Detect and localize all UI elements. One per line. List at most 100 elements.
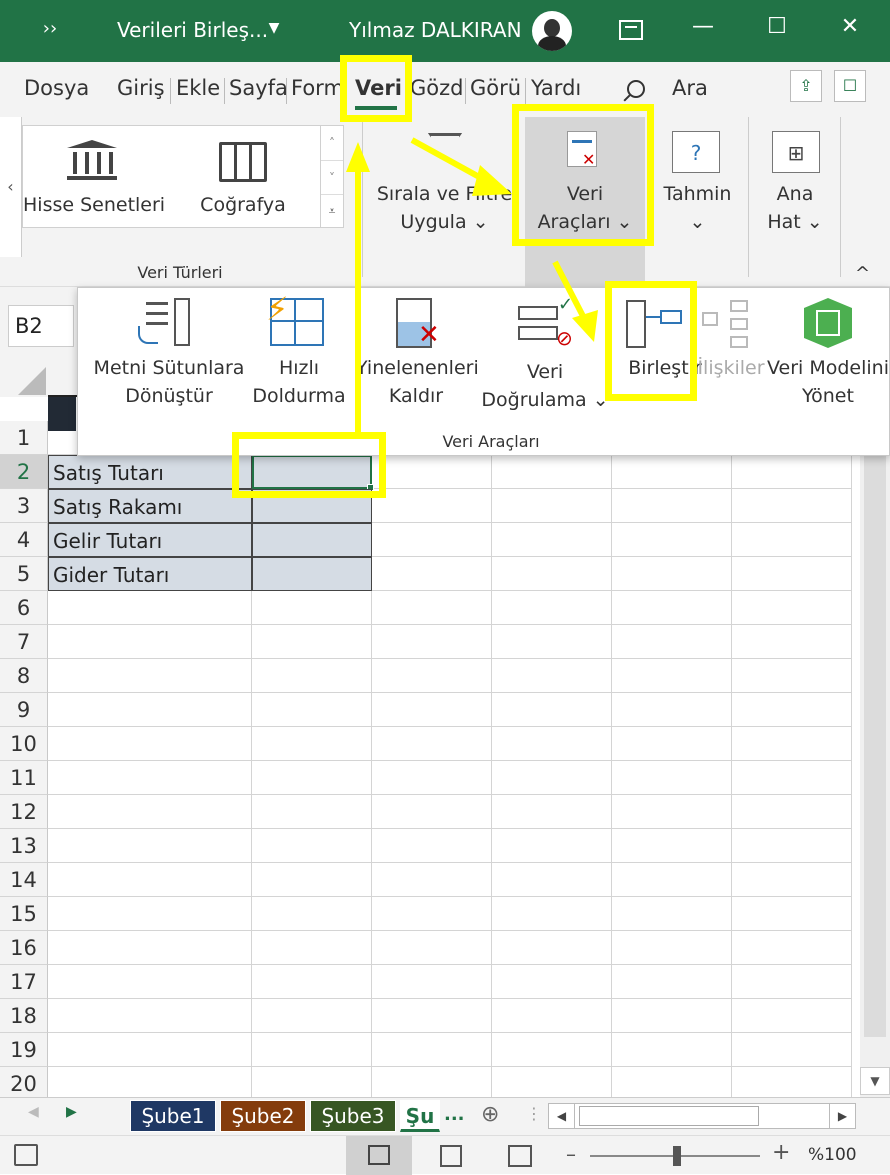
sheet-next-icon[interactable]: ▶ bbox=[66, 1104, 77, 1120]
grid-cell[interactable] bbox=[612, 931, 732, 965]
row-header[interactable]: 18 bbox=[0, 999, 48, 1033]
menu-data-validation-l1[interactable]: Veri bbox=[478, 358, 612, 386]
row-header[interactable]: 11 bbox=[0, 761, 48, 795]
close-icon[interactable]: ✕ bbox=[830, 14, 870, 39]
grid-cell[interactable] bbox=[252, 931, 372, 965]
grid-cell[interactable] bbox=[48, 591, 252, 625]
scroll-thumb[interactable] bbox=[864, 397, 886, 1037]
search-label[interactable]: Ara bbox=[672, 76, 708, 100]
grid-cell[interactable] bbox=[372, 795, 492, 829]
row-header[interactable]: 7 bbox=[0, 625, 48, 659]
grid-cell[interactable] bbox=[252, 625, 372, 659]
grid-cell[interactable] bbox=[492, 795, 612, 829]
sheet-tab-sube1[interactable]: Şube1 bbox=[130, 1100, 216, 1132]
menu-flash-fill-l2[interactable]: Doldurma bbox=[246, 382, 352, 410]
menu-data-validation-l2[interactable]: Doğrulama ⌄ bbox=[478, 386, 612, 414]
grid-cell[interactable] bbox=[48, 693, 252, 727]
cell-a5[interactable]: Gider Tutarı bbox=[48, 557, 252, 591]
grid-cell[interactable] bbox=[492, 455, 612, 489]
zoom-out-icon[interactable]: – bbox=[566, 1142, 576, 1166]
grid-cell[interactable] bbox=[48, 659, 252, 693]
worksheet-grid[interactable]: 1 2 3 4 5 6 7 8 9 10 11 12 13 14 15 16 17 18 19 20 Satış Tu… bbox=[0, 397, 860, 1101]
row-header[interactable]: 1 bbox=[0, 421, 48, 455]
grid-cell[interactable] bbox=[492, 965, 612, 999]
grid-cell[interactable] bbox=[252, 761, 372, 795]
grid-cell[interactable] bbox=[48, 931, 252, 965]
grid-cell[interactable] bbox=[612, 727, 732, 761]
zoom-slider-thumb[interactable] bbox=[673, 1146, 681, 1166]
grid-cell[interactable] bbox=[732, 897, 852, 931]
grid-cell[interactable] bbox=[252, 795, 372, 829]
share-icon[interactable]: ⇪ bbox=[790, 70, 822, 102]
grid-cell[interactable] bbox=[372, 999, 492, 1033]
grid-cell[interactable] bbox=[612, 591, 732, 625]
grid-cell[interactable] bbox=[48, 1033, 252, 1067]
vertical-scrollbar[interactable]: ▼ bbox=[860, 397, 890, 1097]
grid-cell[interactable] bbox=[732, 1033, 852, 1067]
select-all-corner[interactable] bbox=[18, 367, 46, 395]
grid-cell[interactable] bbox=[492, 693, 612, 727]
forecast-chevron[interactable]: ⌄ bbox=[655, 211, 740, 233]
grid-cell[interactable] bbox=[612, 659, 732, 693]
title-dropdown-icon[interactable]: ▼ bbox=[254, 20, 294, 36]
grid-cell[interactable] bbox=[492, 863, 612, 897]
grid-cell[interactable] bbox=[372, 727, 492, 761]
row-header[interactable]: 12 bbox=[0, 795, 48, 829]
tab-giris[interactable]: Giriş bbox=[117, 76, 165, 100]
grid-cell[interactable] bbox=[372, 489, 492, 523]
grid-cell[interactable] bbox=[492, 591, 612, 625]
scroll-right-h-icon[interactable]: ▶ bbox=[829, 1104, 855, 1128]
grid-cell[interactable] bbox=[732, 863, 852, 897]
menu-manage-data-model-l1[interactable]: Veri Modelini bbox=[764, 354, 890, 382]
grid-cell[interactable] bbox=[252, 659, 372, 693]
grid-cell[interactable] bbox=[732, 727, 852, 761]
grid-cell[interactable] bbox=[732, 591, 852, 625]
grid-cell[interactable] bbox=[372, 1033, 492, 1067]
grid-cell[interactable] bbox=[492, 931, 612, 965]
grid-cell[interactable] bbox=[252, 965, 372, 999]
overflow-icon[interactable]: ›› bbox=[30, 18, 70, 39]
gallery-stocks[interactable]: Hisse Senetleri bbox=[23, 194, 165, 216]
grid-cell[interactable] bbox=[732, 965, 852, 999]
row-header[interactable]: 14 bbox=[0, 863, 48, 897]
gallery-geography[interactable]: Coğrafya bbox=[193, 194, 293, 216]
row-header[interactable]: 19 bbox=[0, 1033, 48, 1067]
grid-cell[interactable] bbox=[612, 693, 732, 727]
grid-cell[interactable] bbox=[492, 489, 612, 523]
row-header[interactable]: 15 bbox=[0, 897, 48, 931]
scroll-left-icon[interactable]: ‹ bbox=[0, 117, 22, 257]
grid-cell[interactable] bbox=[48, 795, 252, 829]
sheet-tab-active[interactable]: Şu bbox=[400, 1100, 440, 1132]
row-header[interactable]: 3 bbox=[0, 489, 48, 523]
grid-cell[interactable] bbox=[492, 659, 612, 693]
sheet-tab-sube2[interactable]: Şube2 bbox=[220, 1100, 306, 1132]
grid-cell[interactable] bbox=[492, 625, 612, 659]
collapse-ribbon-icon[interactable]: ^ bbox=[855, 263, 870, 284]
grid-cell[interactable] bbox=[732, 455, 852, 489]
h-scroll-thumb[interactable] bbox=[579, 1106, 759, 1126]
grid-cell[interactable] bbox=[492, 727, 612, 761]
grid-cell[interactable] bbox=[732, 829, 852, 863]
comments-icon[interactable]: ☐ bbox=[834, 70, 866, 102]
grid-cell[interactable] bbox=[732, 693, 852, 727]
grid-cell[interactable] bbox=[612, 999, 732, 1033]
grid-cell[interactable] bbox=[48, 999, 252, 1033]
menu-manage-data-model-l2[interactable]: Yönet bbox=[764, 382, 890, 410]
grid-cell[interactable] bbox=[372, 829, 492, 863]
grid-cell[interactable] bbox=[492, 897, 612, 931]
macro-record-icon[interactable] bbox=[14, 1144, 38, 1166]
grid-cell[interactable] bbox=[612, 1067, 732, 1101]
grid-cell[interactable] bbox=[492, 829, 612, 863]
grid-cell[interactable] bbox=[48, 897, 252, 931]
tab-yardim[interactable]: Yardı bbox=[531, 76, 581, 100]
gallery-scroll[interactable]: ˄ ˅ ⩡ bbox=[320, 125, 344, 228]
grid-cell[interactable] bbox=[492, 999, 612, 1033]
search-icon[interactable] bbox=[623, 80, 645, 102]
add-sheet-icon[interactable]: ⊕ bbox=[481, 1102, 499, 1127]
row-header[interactable]: 10 bbox=[0, 727, 48, 761]
grid-cell[interactable] bbox=[612, 863, 732, 897]
grid-cell[interactable] bbox=[372, 625, 492, 659]
grid-cell[interactable] bbox=[492, 761, 612, 795]
tab-gorunum[interactable]: Görü bbox=[470, 76, 521, 100]
grid-cell[interactable] bbox=[492, 1033, 612, 1067]
